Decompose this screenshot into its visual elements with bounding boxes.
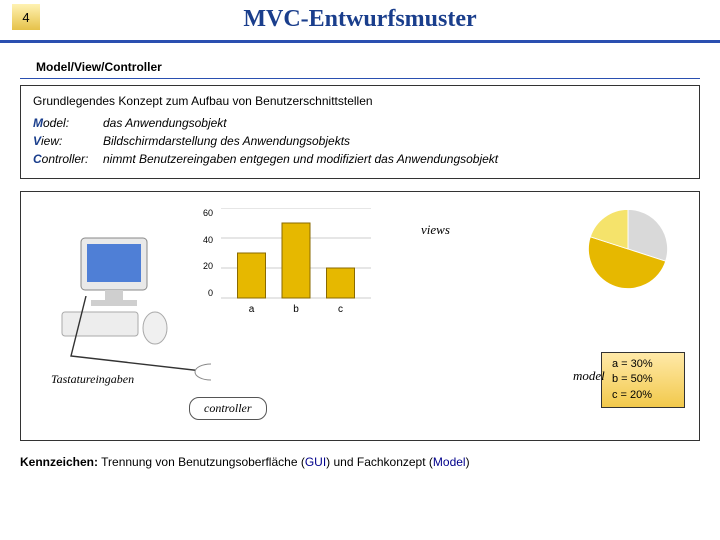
arrow-from-keyboard [61,296,211,386]
page-title: MVC-Entwurfsmuster [0,6,720,33]
bar-chart-yticks: 60 40 20 0 [203,208,213,298]
bar-chart: 60 40 20 0 abc [221,208,391,318]
svg-text:c: c [338,304,343,315]
diagram-box: 60 40 20 0 a b c views a = 30% b = 50% c =… [20,191,700,441]
definitions-box: Grundlegendes Konzept zum Aufbau von Ben… [20,85,700,179]
header-underline [0,40,720,43]
controller-label: controller [189,397,267,420]
svg-text:b: b [293,304,299,315]
def-model: Model: das Anwendungsobjekt [33,116,687,130]
model-data-box: a = 30% b = 50% c = 20% [601,352,685,408]
def-controller: Controller: nimmt Benutzereingaben entge… [33,152,687,166]
def-view: View: Bildschirmdarstellung des Anwendun… [33,134,687,148]
footer-text: Kennzeichen: Trennung von Benutzungsober… [20,455,700,469]
svg-text:a: a [249,304,255,315]
slide-header: 4 MVC-Entwurfsmuster [0,0,720,46]
pie-chart [583,204,673,294]
section-underline [20,78,700,79]
section-heading: Model/View/Controller [36,60,720,74]
views-label: views [421,222,450,238]
model-label: model [573,368,605,384]
intro-text: Grundlegendes Konzept zum Aufbau von Ben… [33,94,687,108]
